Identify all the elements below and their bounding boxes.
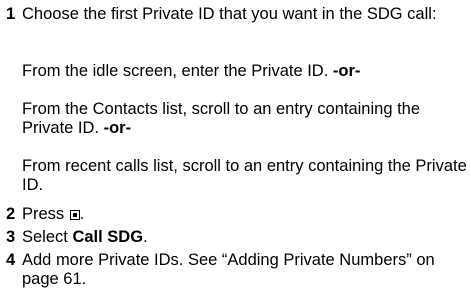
option-text: From the Contacts list, scroll to an ent… [22, 100, 421, 137]
or-label: -or- [103, 119, 132, 137]
step-number: 3 [6, 228, 16, 246]
option-idle-screen: From the idle screen, enter the Private … [22, 62, 467, 81]
call-sdg-label: Call SDG [72, 228, 144, 246]
step-text: Press [22, 205, 69, 223]
option-text: From recent calls list, scroll to an ent… [22, 157, 467, 194]
option-text: From the idle screen, enter the Private … [22, 62, 333, 80]
step-text: Select [22, 228, 73, 246]
step-number: 2 [6, 205, 16, 223]
step-number: 1 [6, 5, 16, 23]
step-number: 4 [6, 251, 16, 269]
instructions-document: 1 Choose the first Private ID that you w… [6, 5, 467, 288]
step-text: Choose the first Private ID that you wan… [22, 5, 437, 23]
or-label: -or- [332, 62, 361, 80]
step-text: Add more Private IDs. See “Adding Privat… [22, 251, 435, 288]
menu-key-icon [69, 210, 80, 220]
option-recent-calls: From recent calls list, scroll to an ent… [22, 157, 467, 195]
option-contacts-list: From the Contacts list, scroll to an ent… [22, 100, 467, 138]
